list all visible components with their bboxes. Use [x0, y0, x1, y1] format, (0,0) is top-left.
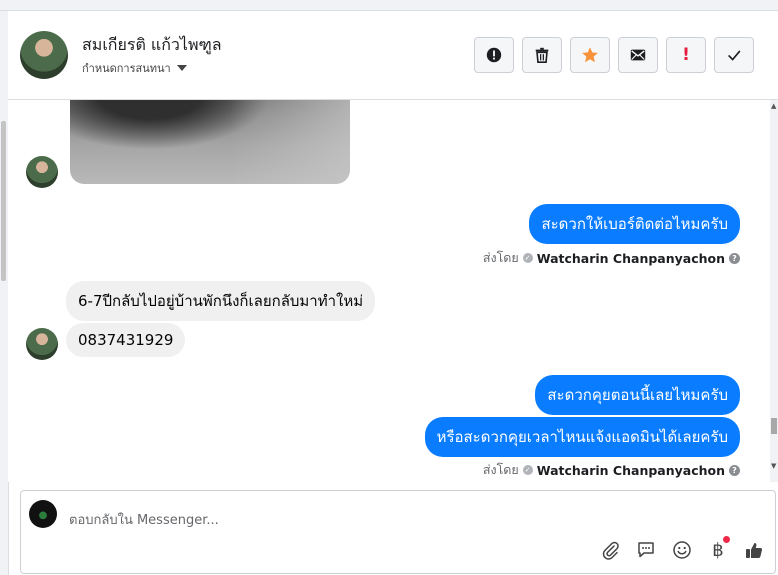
done-button[interactable] [714, 37, 754, 73]
verified-check-icon: ✓ [522, 465, 533, 475]
outgoing-message[interactable]: สะดวกคุยตอนนี้เลยไหมครับ [535, 375, 740, 415]
chevron-down-icon [176, 65, 187, 71]
report-button[interactable] [474, 37, 514, 73]
composer-tools: ฿ [599, 535, 765, 561]
smiley-icon [673, 541, 691, 559]
chat-bubble-icon [638, 542, 654, 558]
spam-icon: ! [682, 45, 690, 65]
contact-avatar-small[interactable] [26, 156, 58, 188]
saved-replies-button[interactable] [635, 539, 657, 561]
mark-unread-button[interactable] [618, 37, 658, 73]
scrollbar-thumb[interactable] [1, 121, 6, 281]
scroll-up-icon[interactable]: ▲ [771, 102, 776, 110]
sent-by-line: ส่งโดย ✓ Watcharin Chanpanyachon ? [483, 248, 740, 268]
agent-name: Watcharin Chanpanyachon [536, 250, 725, 266]
outgoing-message[interactable]: หรือสะดวกคุยเวลาไหนแจ้งแอดมินได้เลยครับ [424, 417, 740, 457]
sent-by-line: ส่งโดย ✓ Watcharin Chanpanyachon ? [483, 460, 740, 480]
contact-name[interactable]: สมเกียรติ แก้วไพฑูล [82, 33, 222, 58]
trash-icon [535, 47, 549, 64]
star-icon [582, 47, 598, 63]
reply-composer[interactable]: ตอบกลับใน Messenger... ฿ [20, 490, 776, 574]
scroll-down-icon[interactable]: ▼ [771, 462, 776, 470]
header-actions: ! [474, 37, 754, 73]
payment-button[interactable]: ฿ [707, 535, 730, 561]
message-thread[interactable]: สะดวกให้เบอร์ติดต่อไหมครับ ส่งโดย ✓ Watc… [8, 100, 770, 482]
incoming-message[interactable]: 6-7ปีกลับไปอยู่บ้านพักนึงก็เลยกลับมาทำให… [66, 281, 376, 321]
delete-button[interactable] [522, 37, 562, 73]
paperclip-icon [602, 541, 619, 560]
agent-name: Watcharin Chanpanyachon [536, 462, 725, 478]
report-icon [486, 47, 502, 63]
spam-button[interactable]: ! [666, 37, 706, 73]
incoming-message[interactable]: 0837431929 [66, 323, 186, 357]
assign-label: กำหนดการสนทนา [82, 62, 171, 75]
baht-icon: ฿ [712, 535, 730, 561]
sent-by-prefix: ส่งโดย [482, 462, 519, 477]
contact-avatar[interactable] [20, 31, 68, 79]
thread-scrollbar[interactable]: ▲ ▼ [770, 100, 778, 482]
thumbs-up-icon [746, 543, 763, 558]
like-button[interactable] [743, 539, 765, 561]
help-icon[interactable]: ? [729, 252, 740, 264]
verified-check-icon: ✓ [522, 253, 533, 263]
envelope-icon [630, 49, 646, 61]
check-icon [728, 50, 741, 61]
help-icon[interactable]: ? [729, 464, 740, 476]
scrollbar-thumb[interactable] [771, 418, 777, 434]
outgoing-message[interactable]: สะดวกให้เบอร์ติดต่อไหมครับ [529, 204, 740, 244]
top-border [0, 0, 778, 11]
star-button[interactable] [570, 37, 610, 73]
notification-dot [722, 535, 730, 543]
assign-dropdown[interactable]: กำหนดการสนทนา [82, 59, 187, 77]
emoji-button[interactable] [671, 539, 693, 561]
shared-photo[interactable] [70, 100, 350, 184]
page-avatar [29, 500, 57, 528]
conversation-header: สมเกียรติ แก้วไพฑูล กำหนดการสนทนา ! [8, 11, 778, 100]
sent-by-prefix: ส่งโดย [482, 250, 519, 265]
reply-input[interactable]: ตอบกลับใน Messenger... [69, 509, 219, 530]
attach-button[interactable] [599, 539, 621, 561]
contact-avatar-small[interactable] [26, 328, 58, 360]
